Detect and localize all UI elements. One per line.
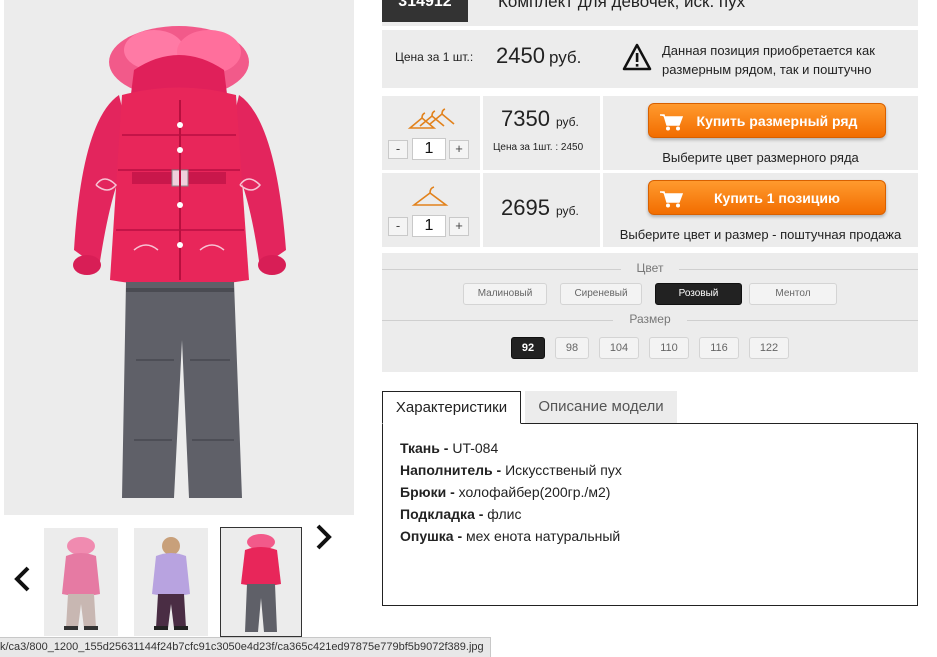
characteristics-panel: Ткань - UT-084 Наполнитель - Искусствены… bbox=[382, 423, 918, 606]
buy-size-set-button[interactable]: Купить размерный ряд bbox=[648, 103, 886, 138]
size-option-92[interactable]: 92 bbox=[511, 337, 545, 359]
unit-price-label: Цена за 1 шт.: bbox=[395, 50, 474, 64]
hanger-icon bbox=[411, 186, 449, 206]
single-quantity-input[interactable] bbox=[412, 215, 446, 237]
single-increase-button[interactable]: + bbox=[449, 217, 469, 236]
info-tabs: Характеристики Описание модели bbox=[382, 391, 918, 424]
size-option-110[interactable]: 110 bbox=[649, 337, 689, 359]
spec-fabric: Ткань - UT-084 bbox=[400, 440, 499, 456]
set-unit-note: Цена за 1шт. : 2450 bbox=[493, 142, 584, 153]
single-price: 2695 руб. bbox=[501, 195, 579, 220]
spec-trousers: Брюки - холофайбер(200гр./м2) bbox=[400, 484, 611, 500]
purchase-notice: Данная позиция приобретается как размерн… bbox=[612, 35, 918, 83]
product-info-panel: 314912 Комплект для девочек, иск. пух Це… bbox=[382, 0, 918, 606]
size-option-116[interactable]: 116 bbox=[699, 337, 739, 359]
color-option-malinovy[interactable]: Малиновый bbox=[463, 283, 547, 305]
buy-one-item-button[interactable]: Купить 1 позицию bbox=[648, 180, 886, 215]
hanger-set-icon bbox=[407, 108, 455, 129]
color-option-sirenevy[interactable]: Сиреневый bbox=[560, 283, 642, 305]
thumbnail-raspberry[interactable] bbox=[44, 528, 118, 636]
single-hint: Выберите цвет и размер - поштучная прода… bbox=[619, 227, 902, 242]
tab-characteristics[interactable]: Характеристики bbox=[382, 391, 521, 424]
single-buy-cell: Купить 1 позицию Выберите цвет и размер … bbox=[603, 173, 918, 247]
single-quantity-cell: - + bbox=[382, 173, 480, 247]
main-product-photo[interactable] bbox=[4, 0, 354, 515]
spec-filling: Наполнитель - Искусственый пух bbox=[400, 462, 622, 478]
size-option-104[interactable]: 104 bbox=[599, 337, 639, 359]
set-price-cell: 7350 руб. Цена за 1шт. : 2450 bbox=[483, 96, 600, 170]
single-quantity-stepper: - + bbox=[388, 215, 470, 237]
color-section-title: Цвет bbox=[382, 261, 918, 275]
color-option-mentol[interactable]: Ментол bbox=[749, 283, 837, 305]
set-quantity-input[interactable] bbox=[412, 138, 446, 160]
product-title: Комплект для девочек, иск. пух bbox=[498, 0, 746, 11]
set-hint: Выберите цвет размерного ряда bbox=[662, 150, 859, 165]
set-increase-button[interactable]: + bbox=[449, 140, 469, 159]
single-price-cell: 2695 руб. bbox=[483, 173, 600, 247]
set-decrease-button[interactable]: - bbox=[388, 140, 408, 159]
warning-icon bbox=[622, 43, 652, 71]
title-row: 314912 Комплект для девочек, иск. пух bbox=[382, 0, 918, 26]
set-quantity-cell: - + bbox=[382, 96, 480, 170]
browser-status-bar: k/ca3/800_1200_155d25631144f24b7cfc91c30… bbox=[0, 637, 491, 657]
thumbnail-lilac[interactable] bbox=[134, 528, 208, 636]
unit-price-row: Цена за 1 шт.: 2450 руб. Данная позиция п… bbox=[382, 26, 918, 88]
buy-set-row: - + 7350руб. Цена за 1шт. : 2450 Купить … bbox=[382, 96, 918, 170]
thumbnail-strip bbox=[0, 522, 355, 637]
notice-text: Данная позиция приобретается как размерн… bbox=[662, 43, 875, 77]
set-price: 7350 руб. bbox=[501, 106, 579, 131]
product-page: k/ca3/800_1200_155d25631144f24b7cfc91c30… bbox=[0, 0, 937, 657]
article-badge: 314912 bbox=[382, 0, 468, 22]
size-option-122[interactable]: 122 bbox=[749, 337, 789, 359]
color-option-rozovy[interactable]: Розовый bbox=[655, 283, 742, 305]
size-section-title: Размер bbox=[382, 312, 918, 326]
spec-lining: Подкладка - флис bbox=[400, 506, 522, 522]
unit-price-value: 2450 руб. bbox=[496, 43, 582, 68]
chevron-left-icon[interactable] bbox=[10, 564, 34, 594]
set-buy-cell: Купить размерный ряд Выберите цвет разме… bbox=[603, 96, 918, 170]
options-panel: Цвет Малиновый Сиреневый Розовый Ментол … bbox=[382, 253, 918, 372]
single-decrease-button[interactable]: - bbox=[388, 217, 408, 236]
thumbnail-pink-selected[interactable] bbox=[220, 527, 302, 637]
spec-fur-trim: Опушка - мех енота натуральный bbox=[400, 528, 621, 544]
buy-single-row: - + 2695руб. Купить 1 позицию Выберите ц… bbox=[382, 173, 918, 247]
tab-description[interactable]: Описание модели bbox=[525, 391, 677, 424]
size-option-98[interactable]: 98 bbox=[555, 337, 589, 359]
set-quantity-stepper: - + bbox=[388, 138, 470, 160]
